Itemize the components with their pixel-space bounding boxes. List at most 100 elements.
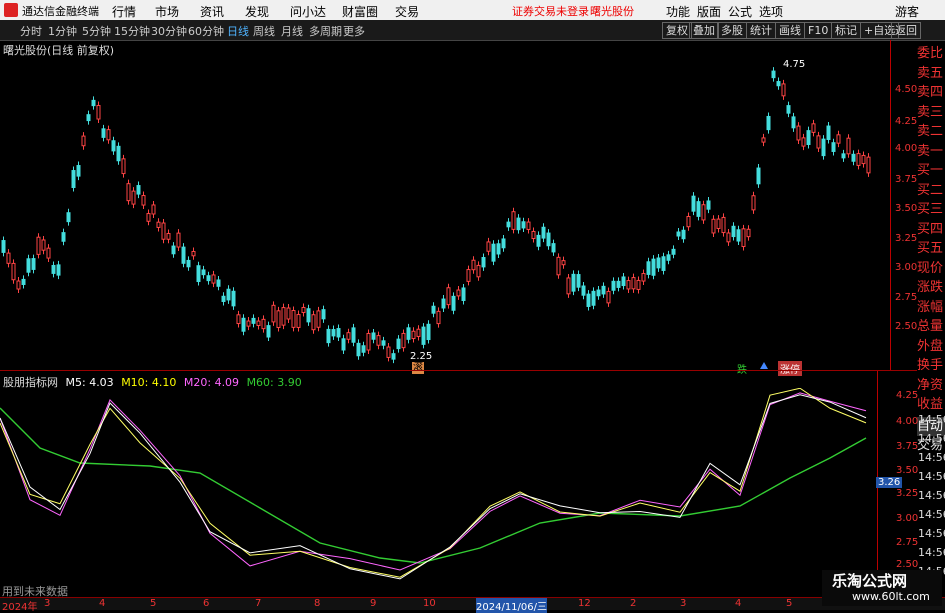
candle-body — [446, 287, 451, 306]
menu-formula[interactable]: 公式 — [728, 3, 752, 20]
tab-60min[interactable]: 60分钟 — [188, 23, 224, 39]
candle-body — [716, 218, 721, 229]
date-tick: 5 — [150, 598, 157, 609]
quote-label: 涨跌 — [917, 280, 944, 295]
candle-body — [161, 222, 166, 240]
high-label: 4.75 — [783, 59, 805, 70]
guest-label[interactable]: 游客 — [895, 3, 919, 20]
menu-options[interactable]: 选项 — [759, 3, 783, 20]
candle-body — [591, 290, 596, 306]
candle-body — [281, 307, 286, 326]
tab-weekly[interactable]: 周线 — [253, 23, 275, 39]
candle-body — [86, 114, 91, 122]
time-column: 14:56 14:56 14:56 14:56 14:56 14:56 14:5… — [918, 410, 945, 581]
candle-body — [651, 258, 656, 276]
time-cell: 14:56 — [918, 432, 945, 445]
candle-body — [461, 287, 466, 301]
candle-body — [826, 125, 831, 140]
watermark-title: 乐淘公式网 — [832, 572, 908, 590]
date-tick: 8 — [314, 598, 321, 609]
date-tick: 2024年 — [2, 602, 38, 613]
candle-body — [31, 258, 36, 270]
menu-market[interactable]: 行情 — [112, 3, 136, 20]
f10-button[interactable]: F10 — [804, 22, 833, 39]
candle-body — [466, 269, 471, 282]
candle-body — [36, 236, 41, 255]
overlay-button[interactable]: 叠加 — [689, 22, 719, 39]
candle-body — [141, 195, 146, 206]
cursor-date: 2024/11/06/三 — [476, 598, 548, 613]
price-tick: 3.50 — [895, 203, 918, 214]
candle-body — [226, 288, 231, 301]
period-toolbar: 分时 1分钟 5分钟 15分钟 30分钟 60分钟 日线 周线 月线 多周期 更… — [0, 20, 945, 41]
candle-body — [811, 123, 816, 133]
menu-ask[interactable]: 问小达 — [290, 3, 326, 20]
candle-body — [836, 134, 841, 144]
candle-body — [436, 310, 441, 325]
menu-markets[interactable]: 市场 — [155, 3, 179, 20]
candle-body — [581, 285, 586, 296]
price-tick: 3.25 — [895, 233, 918, 244]
candle-body — [736, 229, 741, 242]
stats-button[interactable]: 统计 — [746, 22, 776, 39]
tag-limit-up[interactable]: 涨停 — [778, 361, 802, 376]
menu-function[interactable]: 功能 — [666, 3, 690, 20]
tab-30min[interactable]: 30分钟 — [151, 23, 187, 39]
candle-body — [701, 204, 706, 221]
candle-body — [726, 232, 731, 243]
event-marker[interactable]: 滚 — [412, 362, 424, 374]
candlestick-chart[interactable]: 4.75 2.25 — [0, 40, 890, 370]
tag-down[interactable]: 跌 — [737, 361, 747, 376]
ind-tick: 2.50 — [896, 559, 919, 570]
tab-multi-period[interactable]: 多周期 — [309, 23, 342, 39]
indicator-chart[interactable] — [0, 388, 877, 594]
candle-body — [56, 264, 61, 276]
draw-button[interactable]: 画线 — [775, 22, 805, 39]
mark-button[interactable]: 标记 — [831, 22, 861, 39]
candle-body — [411, 330, 416, 340]
tab-5min[interactable]: 5分钟 — [82, 23, 111, 39]
tab-intraday[interactable]: 分时 — [20, 23, 42, 39]
candle-body — [146, 213, 151, 222]
divider — [0, 370, 917, 371]
candle-body — [241, 317, 246, 332]
candle-body — [171, 245, 176, 255]
candle-body — [16, 280, 21, 290]
tab-1min[interactable]: 1分钟 — [48, 23, 77, 39]
candle-body — [51, 264, 56, 274]
date-tick: 9 — [370, 598, 377, 609]
adjust-button[interactable]: 复权 — [662, 22, 692, 39]
candle-body — [606, 290, 611, 304]
price-tick: 4.25 — [895, 116, 918, 127]
multi-stock-button[interactable]: 多股 — [717, 22, 747, 39]
menu-discover[interactable]: 发现 — [245, 3, 269, 20]
login-notice[interactable]: 证券交易未登录 — [512, 3, 589, 19]
menu-trade[interactable]: 交易 — [395, 3, 419, 20]
tab-daily[interactable]: 日线 — [227, 23, 249, 39]
tab-more[interactable]: 更多 — [343, 23, 365, 39]
candle-body — [511, 211, 516, 230]
quote-label: 涨幅 — [917, 299, 944, 315]
date-tick: 3 — [44, 598, 51, 609]
candle-body — [11, 262, 16, 281]
candle-body — [236, 314, 241, 325]
candle-body — [96, 104, 101, 120]
back-button[interactable]: 返回 — [891, 22, 921, 39]
tab-monthly[interactable]: 月线 — [281, 23, 303, 39]
menu-wealth[interactable]: 财富圈 — [342, 3, 378, 20]
candle-body — [326, 328, 331, 344]
time-cell: 14:56 — [918, 527, 945, 540]
candle-body — [391, 353, 396, 360]
menu-layout[interactable]: 版面 — [697, 3, 721, 20]
candle-body — [191, 250, 196, 257]
price-tick: 2.50 — [895, 321, 918, 332]
menu-news[interactable]: 资讯 — [200, 3, 224, 20]
candle-body — [451, 295, 456, 311]
tab-15min[interactable]: 15分钟 — [114, 23, 150, 39]
ind-tick: 4.00 — [896, 416, 919, 427]
time-cell: 14:56 — [918, 470, 945, 483]
candle-body — [416, 328, 421, 337]
candle-body — [61, 232, 66, 242]
candle-body — [561, 260, 566, 266]
candle-body — [121, 158, 126, 175]
